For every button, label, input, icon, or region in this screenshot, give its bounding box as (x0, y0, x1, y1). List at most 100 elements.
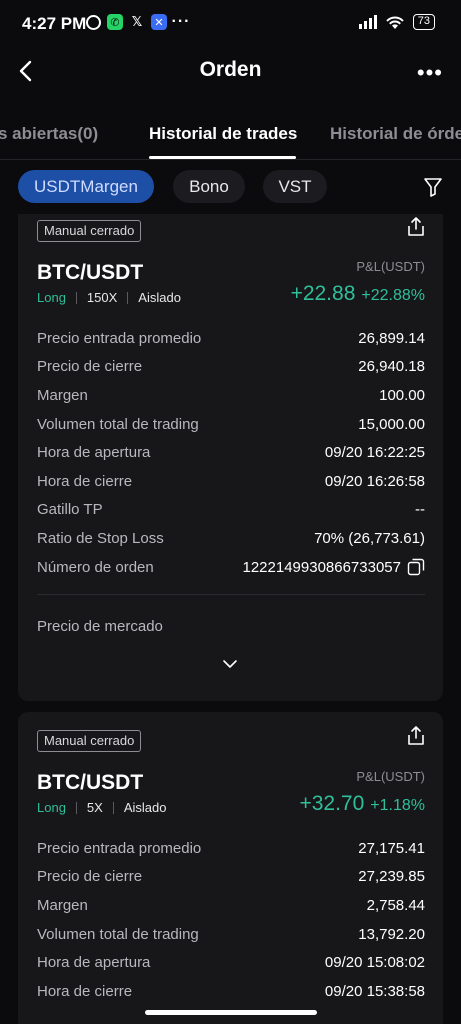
page-title: Orden (199, 58, 262, 81)
row-label: Ratio de Stop Loss (37, 529, 164, 547)
row-value: 27,239.85 (358, 868, 425, 886)
tab-trade-history[interactable]: Historial de trades (149, 124, 297, 144)
row-value: 09/20 15:08:02 (324, 954, 425, 972)
chip-bono[interactable]: Bono (173, 170, 245, 203)
copy-icon[interactable] (407, 558, 425, 576)
meta-separator (75, 801, 77, 814)
detail-row: Hora de cierre 09/20 16:26:58 (37, 467, 425, 496)
active-tab-indicator (149, 156, 296, 159)
meta-separator (75, 291, 77, 304)
row-label: Número de orden (37, 558, 154, 576)
tab-order-history[interactable]: Historial de órde (330, 124, 461, 144)
margin-mode: Aislado (123, 800, 167, 815)
wifi-icon (386, 16, 404, 29)
trade-card: Manual cerrado BTC/USDT P&L(USDT) +22.88… (18, 214, 443, 701)
status-bar: 4:27 PM ✆ 𝕏 ✕ ··· 73 (0, 0, 461, 48)
card-divider (37, 594, 425, 595)
row-label: Precio entrada promedio (37, 329, 202, 347)
row-label: Volumen total de trading (37, 925, 199, 943)
filter-chips: USDTMargen Bono VST (0, 170, 461, 206)
pnl-percent: +22.88% (361, 287, 425, 304)
row-label: Precio de cierre (37, 358, 143, 376)
row-value: 27,175.41 (358, 839, 425, 857)
close-type-tag: Manual cerrado (37, 730, 142, 752)
leverage: 5X (86, 800, 103, 815)
row-label: Hora de apertura (37, 444, 151, 462)
position-side: Long (37, 290, 66, 305)
row-label: Precio de cierre (37, 868, 143, 886)
alarm-icon (86, 14, 101, 30)
x-icon: 𝕏 (131, 14, 143, 29)
status-more-icon: ··· (171, 13, 191, 30)
status-notification-icons: ✆ 𝕏 ✕ ··· (86, 13, 191, 30)
status-time: 4:27 PM (22, 14, 87, 33)
row-label: Hora de apertura (37, 954, 151, 972)
detail-row: Precio de cierre 27,239.85 (37, 863, 425, 892)
leverage: 150X (86, 290, 118, 305)
detail-row: Margen 2,758.44 (37, 891, 425, 920)
row-label: Volumen total de trading (37, 415, 199, 433)
detail-row: Precio entrada promedio 26,899.14 (37, 324, 425, 353)
order-number-value: 1222149930866733057 (242, 558, 401, 576)
row-value: 09/20 15:38:58 (324, 982, 425, 1000)
margin-mode: Aislado (138, 290, 181, 305)
row-label: Hora de cierre (37, 982, 133, 1000)
whatsapp-icon: ✆ (107, 14, 123, 30)
row-label: Precio entrada promedio (37, 839, 202, 857)
detail-rows: Precio entrada promedio 26,899.14 Precio … (37, 324, 425, 581)
position-side: Long (37, 800, 66, 815)
home-indicator[interactable] (145, 1010, 317, 1015)
detail-row: Hora de apertura 09/20 16:22:25 (37, 438, 425, 467)
row-value: 2,758.44 (366, 896, 425, 914)
market-price-label: Precio de mercado (37, 618, 163, 635)
status-system-icons: 73 (358, 14, 435, 30)
position-meta: Long 5X Aislado (37, 800, 166, 815)
pnl-amount: +22.88 (290, 282, 356, 305)
detail-row: Volumen total de trading 15,000.00 (37, 410, 425, 439)
row-value: 13,792.20 (358, 925, 425, 943)
detail-row: Precio de cierre 26,940.18 (37, 353, 425, 382)
position-meta: Long 150X Aislado (37, 290, 181, 305)
pnl-amount: +32.70 (299, 792, 365, 815)
detail-row: Margen 100.00 (37, 381, 425, 410)
detail-row: Hora de cierre 09/20 15:38:58 (37, 977, 425, 1006)
app-header: Orden ••• (0, 48, 461, 94)
detail-row: Ratio de Stop Loss 70% (26,773.61) (37, 524, 425, 553)
detail-row: Precio entrada promedio 27,175.41 (37, 834, 425, 863)
chip-vst[interactable]: VST (263, 170, 327, 203)
app-icon: ✕ (151, 14, 167, 30)
detail-row: Hora de apertura 09/20 15:08:02 (37, 948, 425, 977)
trading-pair: BTC/USDT (37, 771, 144, 794)
row-value: 100.00 (379, 386, 425, 404)
chip-usdt-margin[interactable]: USDTMargen (18, 170, 154, 203)
pnl-label: P&L(USDT) (356, 259, 425, 274)
pnl-percent: +1.18% (370, 797, 425, 814)
battery-indicator: 73 (412, 14, 435, 30)
filter-icon[interactable] (423, 176, 443, 198)
row-value: 26,899.14 (358, 329, 425, 347)
order-tabs: s abiertas(0) Historial de trades Histor… (0, 112, 461, 160)
pnl-value: +32.70 +1.18% (299, 792, 425, 816)
row-value: 26,940.18 (358, 358, 425, 376)
close-type-tag: Manual cerrado (37, 220, 142, 242)
pnl-label: P&L(USDT) (356, 769, 425, 784)
row-value: -- (415, 501, 425, 519)
detail-row: Gatillo TP -- (37, 496, 425, 525)
row-label: Hora de cierre (37, 472, 133, 490)
detail-row: Número de orden 1222149930866733057 (37, 553, 425, 582)
trading-pair: BTC/USDT (37, 261, 144, 284)
share-icon[interactable] (406, 216, 426, 238)
tab-open-positions[interactable]: s abiertas(0) (0, 124, 98, 144)
row-label: Gatillo TP (37, 501, 103, 519)
more-icon[interactable]: ••• (417, 60, 443, 86)
row-label: Margen (37, 896, 88, 914)
chevron-down-icon[interactable] (221, 658, 239, 670)
row-value: 09/20 16:22:25 (324, 444, 425, 462)
pnl-value: +22.88 +22.88% (291, 282, 425, 306)
meta-separator (112, 801, 114, 814)
order-number: 1222149930866733057 (242, 558, 425, 576)
meta-separator (127, 291, 129, 304)
share-icon[interactable] (406, 725, 426, 747)
row-value: 09/20 16:26:58 (324, 472, 425, 490)
row-value: 15,000.00 (358, 415, 425, 433)
